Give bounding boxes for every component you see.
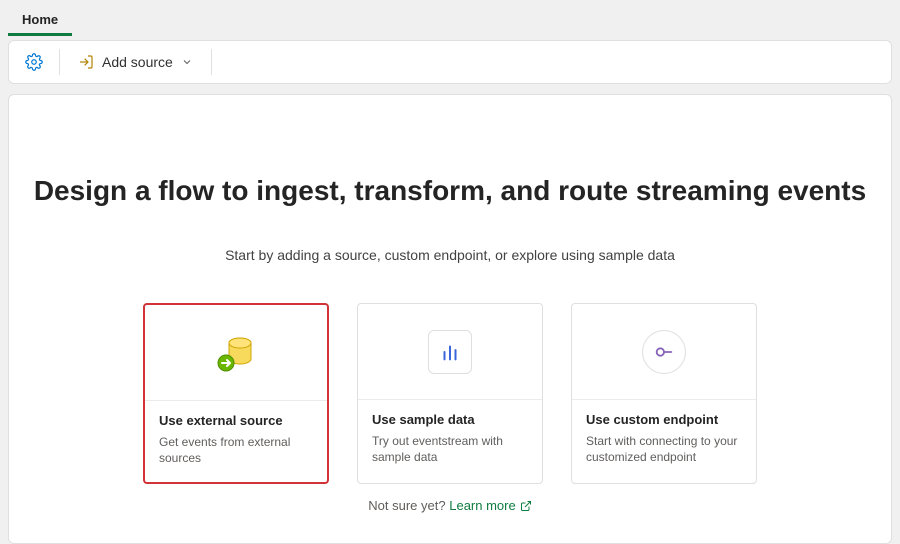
bar-chart-icon [439,341,461,363]
learn-more-label: Learn more [449,498,515,513]
enter-icon [78,54,94,70]
tab-bar: Home [0,0,900,36]
endpoint-icon [653,341,675,363]
page-title: Design a flow to ingest, transform, and … [9,175,891,207]
card-title: Use external source [159,413,313,428]
card-description: Try out eventstream with sample data [372,433,528,465]
gear-icon [25,53,43,71]
add-source-label: Add source [102,54,173,70]
card-title: Use sample data [372,412,528,427]
endpoint-tile [642,330,686,374]
settings-button[interactable] [19,47,49,77]
card-icon-area [358,304,542,400]
card-description: Start with connecting to your customized… [586,433,742,465]
learn-more-link[interactable]: Learn more [449,498,531,513]
toolbar-separator-2 [211,49,212,75]
footer-prompt: Not sure yet? [368,498,445,513]
chart-tile [428,330,472,374]
chevron-down-icon [181,56,193,68]
card-body: Use external source Get events from exte… [145,401,327,482]
database-arrow-icon [210,327,262,379]
option-cards-row: Use external source Get events from exte… [9,303,891,484]
main-content: Design a flow to ingest, transform, and … [8,94,892,544]
tab-home[interactable]: Home [8,4,72,36]
card-icon-area [145,305,327,401]
footer-help: Not sure yet? Learn more [9,498,891,513]
card-sample-data[interactable]: Use sample data Try out eventstream with… [357,303,543,484]
card-body: Use sample data Try out eventstream with… [358,400,542,481]
tab-home-label: Home [22,12,58,27]
card-title: Use custom endpoint [586,412,742,427]
toolbar-separator [59,49,60,75]
card-description: Get events from external sources [159,434,313,466]
page-subtitle: Start by adding a source, custom endpoin… [9,247,891,263]
card-external-source[interactable]: Use external source Get events from exte… [143,303,329,484]
add-source-button[interactable]: Add source [70,50,201,74]
card-icon-area [572,304,756,400]
card-custom-endpoint[interactable]: Use custom endpoint Start with connectin… [571,303,757,484]
external-link-icon [520,500,532,512]
toolbar: Add source [8,40,892,84]
card-body: Use custom endpoint Start with connectin… [572,400,756,481]
